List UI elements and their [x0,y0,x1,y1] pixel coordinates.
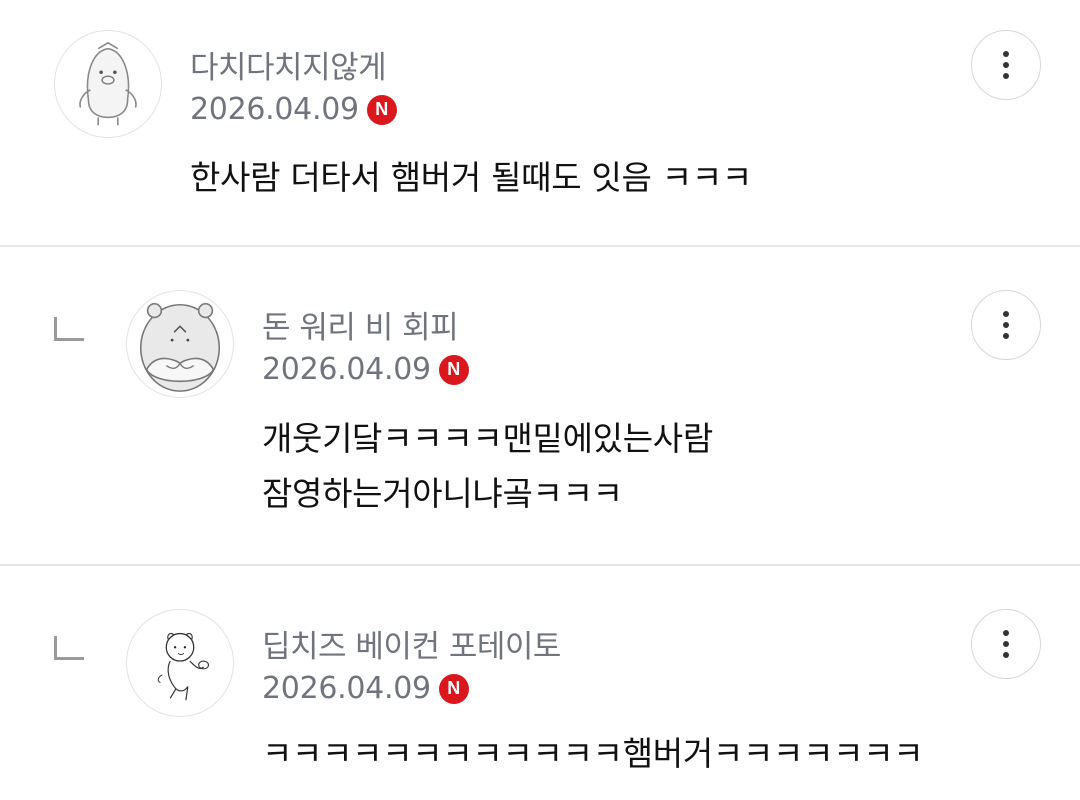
comment-meta: 2026.04.09 N [190,92,397,127]
more-dot [1003,652,1009,658]
more-dots-icon [1003,311,1009,317]
comment-meta: 2026.04.09 N [262,671,469,706]
more-dot [1003,73,1009,79]
reply-item: 돈 워리 비 회피 2026.04.09 N 개웃기닼ㅋㅋㅋㅋ맨밑에있는사람 잠… [0,247,1080,564]
more-dots-icon [1003,630,1009,636]
comment-text: 한사람 더타서 햄버거 될때도 잇음 ㅋㅋㅋ [190,158,752,197]
more-dots-icon [1003,51,1009,57]
new-badge-icon: N [438,354,469,385]
comment-text: 개웃기닼ㅋㅋㅋㅋ맨밑에있는사람 잠영하는거아니냐곸ㅋㅋㅋ [262,419,713,513]
hamster-avatar-icon[interactable] [126,290,234,398]
new-badge-icon: N [366,94,397,125]
comment-author-name[interactable]: 딥치즈 베이컨 포테이토 [262,621,561,666]
more-options-button[interactable] [971,290,1041,360]
comment-date: 2026.04.09 [190,92,359,127]
more-dot [1003,333,1009,339]
comment-text: ㅋㅋㅋㅋㅋㅋㅋㅋㅋㅋㅋㅋ햄버거ㅋㅋㅋㅋㅋㅋㅋ [262,734,924,773]
more-dot [1003,641,1009,647]
more-dot [1003,322,1009,328]
more-options-button[interactable] [971,30,1041,100]
comment-item: 다치다치지않게 2026.04.09 N 한사람 더타서 햄버거 될때도 잇음 … [0,0,1080,245]
comment-date: 2026.04.09 [262,671,431,706]
sketch-character-avatar-icon[interactable] [126,609,234,717]
reply-arrow-icon [54,636,84,660]
comment-author-name[interactable]: 다치다치지않게 [190,42,387,87]
more-options-button[interactable] [971,609,1041,679]
comment-author-name[interactable]: 돈 워리 비 회피 [262,302,459,347]
comment-meta: 2026.04.09 N [262,352,469,387]
comment-date: 2026.04.09 [262,352,431,387]
more-dot [1003,62,1009,68]
penguin-avatar-icon[interactable] [54,30,162,138]
reply-item: 딥치즈 베이컨 포테이토 2026.04.09 N ㅋㅋㅋㅋㅋㅋㅋㅋㅋㅋㅋㅋ햄버… [0,566,1080,800]
reply-arrow-icon [54,317,84,341]
new-badge-icon: N [438,673,469,704]
